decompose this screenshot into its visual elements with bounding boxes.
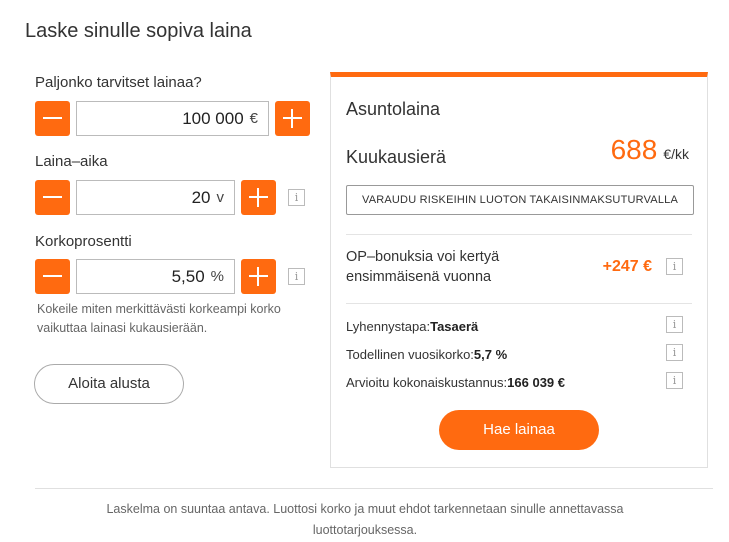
repayment-method-value: Tasaerä: [430, 319, 479, 334]
monthly-payment-value: 688: [610, 134, 658, 165]
effective-rate-label: Todellinen vuosikorko:: [346, 347, 474, 362]
minus-icon: [43, 196, 62, 198]
term-row: 20 v i: [35, 180, 305, 215]
rate-increase-button[interactable]: [241, 259, 276, 294]
total-cost-label: Arvioitu kokonaiskustannus:: [346, 375, 508, 390]
monthly-payment-label: Kuukausierä: [346, 147, 447, 167]
rate-label: Korkoprosentti: [35, 233, 132, 250]
bonus-text: OP–bonuksia voi kertyä ensimmäisenä vuon…: [346, 249, 500, 285]
term-decrease-button[interactable]: [35, 180, 70, 215]
repayment-method: Lyhennystapa:Tasaerä: [346, 319, 478, 334]
repayment-method-label: Lyhennystapa:: [346, 319, 431, 334]
term-label: Laina–aika: [35, 153, 108, 170]
rate-info-icon[interactable]: i: [288, 268, 305, 285]
effective-rate: Todellinen vuosikorko:5,7 %: [346, 347, 507, 362]
amount-unit: €: [249, 110, 258, 127]
rate-row: 5,50% i: [35, 259, 305, 294]
minus-icon: [43, 117, 62, 119]
loan-type-title: Asuntolaina: [346, 99, 441, 119]
rate-input[interactable]: 5,50%: [76, 259, 235, 294]
disclaimer-text: Laskelma on suuntaa antava. Luottosi kor…: [106, 502, 624, 537]
amount-label: Paljonko tarvitset lainaa?: [35, 74, 202, 91]
term-value: 20: [191, 187, 211, 207]
minus-icon: [43, 275, 62, 277]
reset-button[interactable]: Aloita alusta: [34, 364, 184, 404]
loan-insurance-button[interactable]: VARAUDU RISKEIHIN LUOTON TAKAISINMAKSUTU…: [346, 185, 694, 215]
footer-divider: [35, 488, 713, 489]
rate-hint: Kokeile miten merkittävästi korkeampi ko…: [37, 302, 281, 335]
divider: [346, 303, 692, 304]
amount-increase-button[interactable]: [275, 101, 310, 136]
bonus-value: +247 €: [602, 258, 652, 275]
total-cost-value: 166 039 €: [507, 375, 565, 390]
effective-rate-value: 5,7 %: [473, 347, 508, 362]
rate-value: 5,50: [171, 266, 205, 286]
amount-value: 100 000: [182, 108, 244, 128]
monthly-payment-unit: €/kk: [663, 146, 689, 162]
effective-rate-info-icon[interactable]: i: [666, 344, 683, 361]
amount-decrease-button[interactable]: [35, 101, 70, 136]
amount-input[interactable]: 100 000 €: [76, 101, 269, 136]
apply-loan-button[interactable]: Hae lainaa: [439, 410, 599, 450]
divider: [346, 234, 692, 235]
rate-unit: %: [210, 268, 224, 285]
rate-decrease-button[interactable]: [35, 259, 70, 294]
total-cost-info-icon[interactable]: i: [666, 372, 683, 389]
total-cost: Arvioitu kokonaiskustannus:166 039 €: [346, 375, 565, 390]
result-panel: Asuntolaina Kuukausierä 688 €/kk VARAUDU…: [330, 72, 708, 468]
page-title: Laske sinulle sopiva laina: [25, 20, 252, 42]
term-unit: v: [216, 189, 225, 206]
term-info-icon[interactable]: i: [288, 189, 305, 206]
bonus-info-icon[interactable]: i: [666, 258, 683, 275]
repayment-info-icon[interactable]: i: [666, 316, 683, 333]
term-input[interactable]: 20 v: [76, 180, 235, 215]
amount-row: 100 000 €: [35, 101, 310, 136]
monthly-payment: 688 €/kk: [611, 134, 689, 166]
term-increase-button[interactable]: [241, 180, 276, 215]
